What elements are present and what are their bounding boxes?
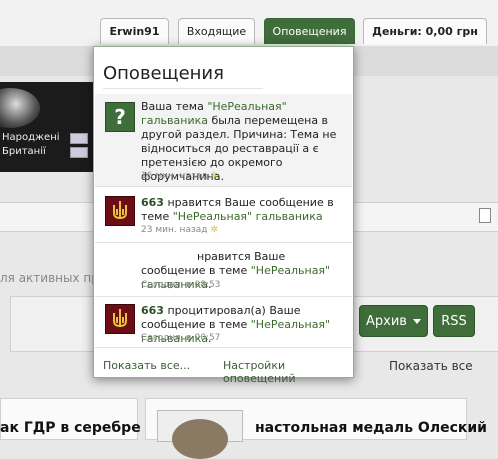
- medal-image: [157, 410, 243, 459]
- alert-settings-link[interactable]: Настройки оповещений: [223, 359, 353, 385]
- alert-item[interactable]: 663 нравится Ваше сообщение в теме "НеРе…: [95, 188, 352, 243]
- card-title[interactable]: ак ГДР в серебре: [0, 420, 141, 436]
- flag-icon: [70, 147, 88, 158]
- dropdown-title: Оповещения: [103, 63, 224, 84]
- banner-line2: Британії: [2, 146, 46, 157]
- trident-avatar-icon[interactable]: [105, 304, 135, 334]
- promo-banner[interactable]: Народжені Британії: [0, 82, 93, 172]
- caret-down-icon: [412, 318, 421, 324]
- alert-text: 663 нравится Ваше сообщение в теме "НеРе…: [141, 196, 334, 223]
- archive-label: Архив: [366, 313, 407, 329]
- tab-user[interactable]: Erwin91: [100, 18, 169, 44]
- banner-line1: Народжені: [2, 132, 60, 143]
- trident-avatar-icon[interactable]: [105, 196, 135, 226]
- alerts-dropdown: Оповещения ? Ваша тема "НеРеальная" галь…: [93, 46, 354, 385]
- alert-time: Сегодня, в 08:53: [141, 280, 221, 290]
- new-star-icon: ✲: [210, 225, 218, 235]
- tab-alerts[interactable]: Оповещения: [264, 18, 355, 44]
- show-all-link[interactable]: Показать все: [389, 359, 473, 373]
- alert-time: 23 мин. назад ✲: [141, 225, 218, 235]
- activity-text: ля активных про: [0, 271, 107, 285]
- new-star-icon: ✲: [210, 171, 218, 181]
- rss-button[interactable]: RSS: [433, 305, 475, 337]
- archive-button[interactable]: Архив: [359, 305, 428, 337]
- alert-time: 16 мин. назад ✲: [141, 171, 218, 181]
- username-link[interactable]: 663: [141, 196, 164, 209]
- alert-time: Сегодня, в 00:57: [141, 333, 221, 343]
- flag-icon: [70, 133, 88, 144]
- coin-image: [0, 88, 40, 128]
- tab-inbox[interactable]: Входящие: [178, 18, 255, 44]
- divider: [103, 88, 263, 89]
- card-title[interactable]: настольная медаль Олеский: [255, 420, 487, 436]
- avatar[interactable]: [105, 250, 135, 280]
- alert-item[interactable]: нравится Ваше сообщение в теме "НеРеальн…: [95, 244, 352, 297]
- document-icon[interactable]: [479, 208, 491, 223]
- show-all-alerts-link[interactable]: Показать все...: [103, 359, 190, 372]
- alert-item[interactable]: ? Ваша тема "НеРеальная" гальваника была…: [95, 94, 352, 187]
- username-link[interactable]: 663: [141, 304, 164, 317]
- thread-link[interactable]: "НеРеальная" гальваника: [173, 210, 323, 223]
- alert-item[interactable]: 663 процитировал(а) Ваше сообщение в тем…: [95, 298, 352, 348]
- question-avatar-icon[interactable]: ?: [105, 102, 135, 132]
- tab-money[interactable]: Деньги: 0,00 грн: [363, 18, 487, 44]
